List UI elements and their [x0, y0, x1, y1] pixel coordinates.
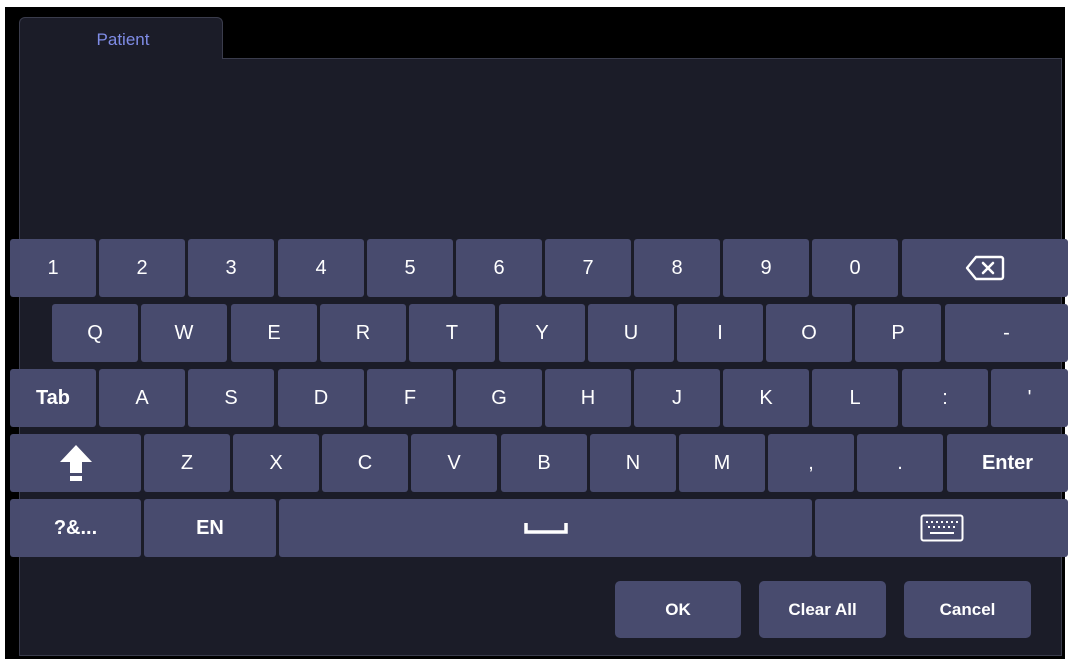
key-apostrophe[interactable]: ' [991, 369, 1068, 427]
key-minus[interactable]: - [945, 304, 1068, 362]
key-n[interactable]: N [590, 434, 676, 492]
key-u[interactable]: U [588, 304, 674, 362]
key-b[interactable]: B [501, 434, 587, 492]
ok-button[interactable]: OK [615, 581, 741, 638]
key-m[interactable]: M [679, 434, 765, 492]
key-colon[interactable]: : [902, 369, 988, 427]
key-x[interactable]: X [233, 434, 319, 492]
key-period[interactable]: . [857, 434, 943, 492]
tab-key[interactable]: Tab [10, 369, 96, 427]
key-6[interactable]: 6 [456, 239, 542, 297]
key-j[interactable]: J [634, 369, 720, 427]
key-p[interactable]: P [855, 304, 941, 362]
shift-key[interactable] [10, 434, 141, 492]
tab-patient[interactable]: Patient [19, 17, 223, 59]
key-s[interactable]: S [188, 369, 274, 427]
space-bar-icon [523, 523, 568, 534]
space-key[interactable] [279, 499, 812, 557]
key-2[interactable]: 2 [99, 239, 185, 297]
backspace-icon [965, 255, 1005, 281]
clear-all-button[interactable]: Clear All [759, 581, 886, 638]
key-w[interactable]: W [141, 304, 227, 362]
key-0[interactable]: 0 [812, 239, 898, 297]
key-1[interactable]: 1 [10, 239, 96, 297]
language-key[interactable]: EN [144, 499, 276, 557]
key-v[interactable]: V [411, 434, 497, 492]
key-9[interactable]: 9 [723, 239, 809, 297]
key-comma[interactable]: , [768, 434, 854, 492]
key-3[interactable]: 3 [188, 239, 274, 297]
key-t[interactable]: T [409, 304, 495, 362]
enter-key[interactable]: Enter [947, 434, 1068, 492]
tab-patient-label: Patient [96, 30, 150, 49]
key-c[interactable]: C [322, 434, 408, 492]
keyboard-icon [920, 514, 963, 542]
key-a[interactable]: A [99, 369, 185, 427]
key-r[interactable]: R [320, 304, 406, 362]
key-4[interactable]: 4 [278, 239, 364, 297]
key-q[interactable]: Q [52, 304, 138, 362]
key-g[interactable]: G [456, 369, 542, 427]
key-7[interactable]: 7 [545, 239, 631, 297]
key-y[interactable]: Y [499, 304, 585, 362]
key-o[interactable]: O [766, 304, 852, 362]
key-f[interactable]: F [367, 369, 453, 427]
key-i[interactable]: I [677, 304, 763, 362]
backspace-key[interactable] [902, 239, 1068, 297]
key-8[interactable]: 8 [634, 239, 720, 297]
hide-keyboard-key[interactable] [815, 499, 1068, 557]
tab-join [20, 57, 222, 60]
key-5[interactable]: 5 [367, 239, 453, 297]
key-l[interactable]: L [812, 369, 898, 427]
key-e[interactable]: E [231, 304, 317, 362]
key-k[interactable]: K [723, 369, 809, 427]
key-z[interactable]: Z [144, 434, 230, 492]
symbols-key[interactable]: ?&... [10, 499, 141, 557]
key-h[interactable]: H [545, 369, 631, 427]
key-d[interactable]: D [278, 369, 364, 427]
cancel-button[interactable]: Cancel [904, 581, 1031, 638]
shift-arrow-icon [59, 445, 92, 481]
